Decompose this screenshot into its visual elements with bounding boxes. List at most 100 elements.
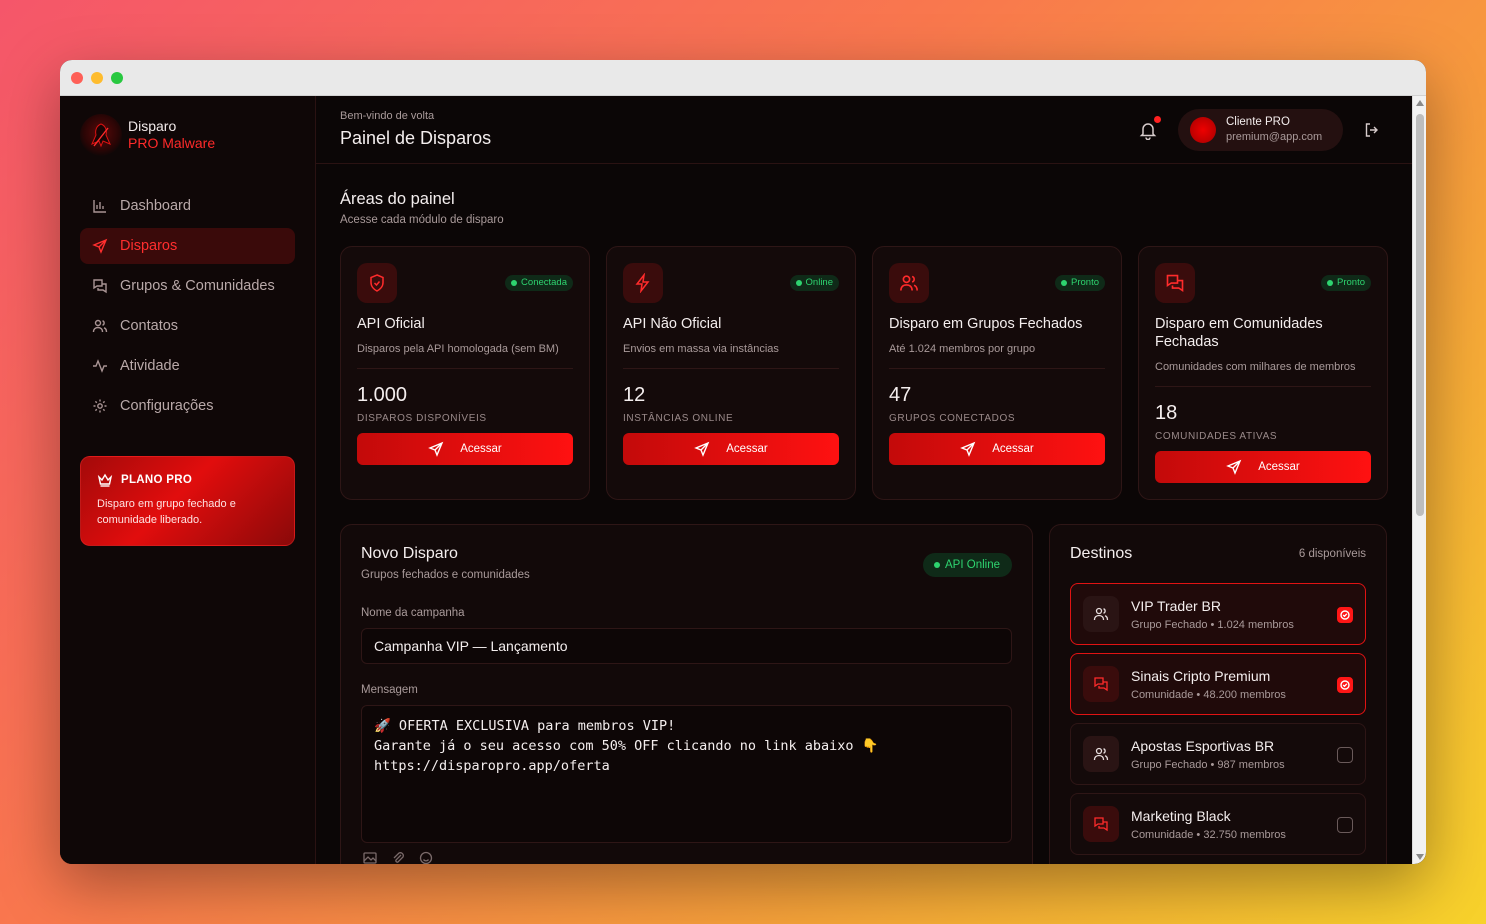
panel-title: Novo Disparo (361, 545, 458, 562)
acessar-button[interactable]: Acessar (357, 433, 573, 465)
destination-meta: Grupo Fechado • 1.024 membros (1131, 618, 1294, 631)
checkbox-checked[interactable] (1337, 607, 1353, 623)
card-title: Disparo em Comunidades Fechadas (1155, 316, 1323, 350)
message-toolbar (361, 851, 1012, 864)
api-status-badge: API Online (923, 553, 1012, 577)
scrollbar-thumb[interactable] (1416, 114, 1424, 516)
messages-icon (1166, 274, 1184, 293)
sidebar-item-label: Disparos (120, 238, 178, 254)
card-label: COMUNIDADES ATIVAS (1155, 431, 1278, 442)
app-body: Disparo PRO Malware Dashboard Disparos G… (60, 96, 1426, 864)
card-value: 12 (623, 384, 646, 406)
sidebar-item-contatos[interactable]: Contatos (80, 308, 295, 344)
plan-title: PLANO PRO (121, 474, 193, 486)
logout-icon[interactable] (1364, 122, 1380, 138)
page-title: Painel de Disparos (340, 128, 492, 148)
content-scroll-area: Áreas do painel Acesse cada módulo de di… (316, 165, 1411, 864)
acessar-button[interactable]: Acessar (889, 433, 1105, 465)
close-window-button[interactable] (71, 72, 83, 84)
destination-meta: Comunidade • 32.750 membros (1131, 828, 1286, 841)
section-title: Áreas do painel (340, 190, 455, 208)
users-icon (92, 319, 108, 333)
card-value: 18 (1155, 402, 1178, 424)
maximize-window-button[interactable] (111, 72, 123, 84)
destinations-count: 6 disponíveis (1298, 548, 1366, 560)
sidebar-item-atividade[interactable]: Atividade (80, 348, 295, 384)
user-email: premium@app.com (1226, 131, 1323, 143)
bolt-icon (635, 273, 650, 293)
attachment-icon[interactable] (391, 851, 405, 864)
window-titlebar (60, 60, 1426, 96)
checkbox-unchecked[interactable] (1337, 817, 1353, 833)
card-value: 47 (889, 384, 912, 406)
status-badge: Pronto (1321, 275, 1371, 291)
button-label: Acessar (460, 443, 502, 455)
campaign-name-input[interactable] (361, 628, 1012, 664)
panel-subtitle: Grupos fechados e comunidades (361, 569, 530, 581)
sidebar-item-configuracoes[interactable]: Configurações (80, 388, 295, 424)
card-label: GRUPOS CONECTADOS (889, 413, 1016, 424)
users-icon (1093, 607, 1109, 621)
sidebar-item-label: Configurações (120, 398, 214, 414)
users-icon (1093, 747, 1109, 761)
status-badge: Pronto (1055, 275, 1105, 291)
emoji-icon[interactable] (419, 851, 433, 864)
message-label: Mensagem (361, 684, 418, 696)
destinations-list: VIP Trader BR Grupo Fechado • 1.024 memb… (1070, 583, 1366, 855)
sidebar-item-dashboard[interactable]: Dashboard (80, 188, 295, 224)
card-description: Disparos pela API homologada (sem BM) (357, 343, 573, 369)
brand-subtitle: PRO Malware (128, 135, 216, 151)
send-icon (960, 441, 976, 457)
crown-icon (97, 473, 113, 487)
list-item[interactable]: Marketing Black Comunidade • 32.750 memb… (1070, 793, 1366, 855)
users-icon (900, 275, 918, 291)
activity-icon (93, 359, 107, 373)
user-menu[interactable]: Cliente PRO premium@app.com (1178, 109, 1343, 151)
list-item[interactable]: Sinais Cripto Premium Comunidade • 48.20… (1070, 653, 1366, 715)
card-description: Até 1.024 membros por grupo (889, 343, 1105, 369)
sidebar-item-grupos[interactable]: Grupos & Comunidades (80, 268, 295, 304)
button-label: Acessar (1258, 461, 1300, 473)
card-value: 1.000 (357, 384, 408, 406)
brand[interactable]: Disparo PRO Malware (80, 114, 215, 156)
list-item[interactable]: VIP Trader BR Grupo Fechado • 1.024 memb… (1070, 583, 1366, 645)
shield-icon (370, 274, 384, 292)
plan-description: Disparo em grupo fechado e comunidade li… (97, 498, 236, 526)
sidebar-item-label: Dashboard (120, 198, 191, 214)
image-icon[interactable] (363, 851, 377, 864)
sidebar-item-disparos[interactable]: Disparos (80, 228, 295, 264)
card-title: API Não Oficial (623, 316, 722, 332)
send-icon (428, 441, 444, 457)
message-line: https://disparopro.app/oferta (374, 758, 610, 774)
message-line: 🚀 OFERTA EXCLUSIVA para membros VIP! (374, 718, 676, 734)
sidebar-item-label: Atividade (120, 358, 180, 374)
card-description: Comunidades com milhares de membros (1155, 361, 1371, 387)
messages-icon (93, 279, 107, 294)
app-window: Disparo PRO Malware Dashboard Disparos G… (60, 60, 1426, 864)
acessar-button[interactable]: Acessar (1155, 451, 1371, 483)
list-item[interactable]: Apostas Esportivas BR Grupo Fechado • 98… (1070, 723, 1366, 785)
section-subtitle: Acesse cada módulo de disparo (340, 214, 504, 226)
destination-meta: Comunidade • 48.200 membros (1131, 688, 1286, 701)
new-dispatch-panel: Novo Disparo Grupos fechados e comunidad… (340, 524, 1033, 864)
message-line: Garante já o seu acesso com 50% OFF clic… (374, 738, 879, 754)
module-cards: Conectada API Oficial Disparos pela API … (340, 246, 1404, 500)
scroll-down-arrow[interactable] (1416, 854, 1424, 860)
check-icon (1340, 610, 1350, 620)
scrollbar[interactable] (1412, 96, 1426, 864)
gear-icon (93, 399, 107, 413)
campaign-label: Nome da campanha (361, 607, 465, 619)
scroll-up-arrow[interactable] (1416, 100, 1424, 106)
check-icon (1340, 680, 1350, 690)
bell-icon[interactable] (1138, 120, 1158, 140)
plan-pro-card: PLANO PRO Disparo em grupo fechado e com… (80, 456, 295, 546)
destination-name: Marketing Black (1131, 807, 1231, 824)
checkbox-checked[interactable] (1337, 677, 1353, 693)
checkbox-unchecked[interactable] (1337, 747, 1353, 763)
card-label: INSTÂNCIAS ONLINE (623, 413, 734, 424)
bar-chart-icon (93, 200, 106, 213)
minimize-window-button[interactable] (91, 72, 103, 84)
send-icon (92, 238, 108, 254)
acessar-button[interactable]: Acessar (623, 433, 839, 465)
message-textarea[interactable]: 🚀 OFERTA EXCLUSIVA para membros VIP! Gar… (361, 705, 1012, 843)
